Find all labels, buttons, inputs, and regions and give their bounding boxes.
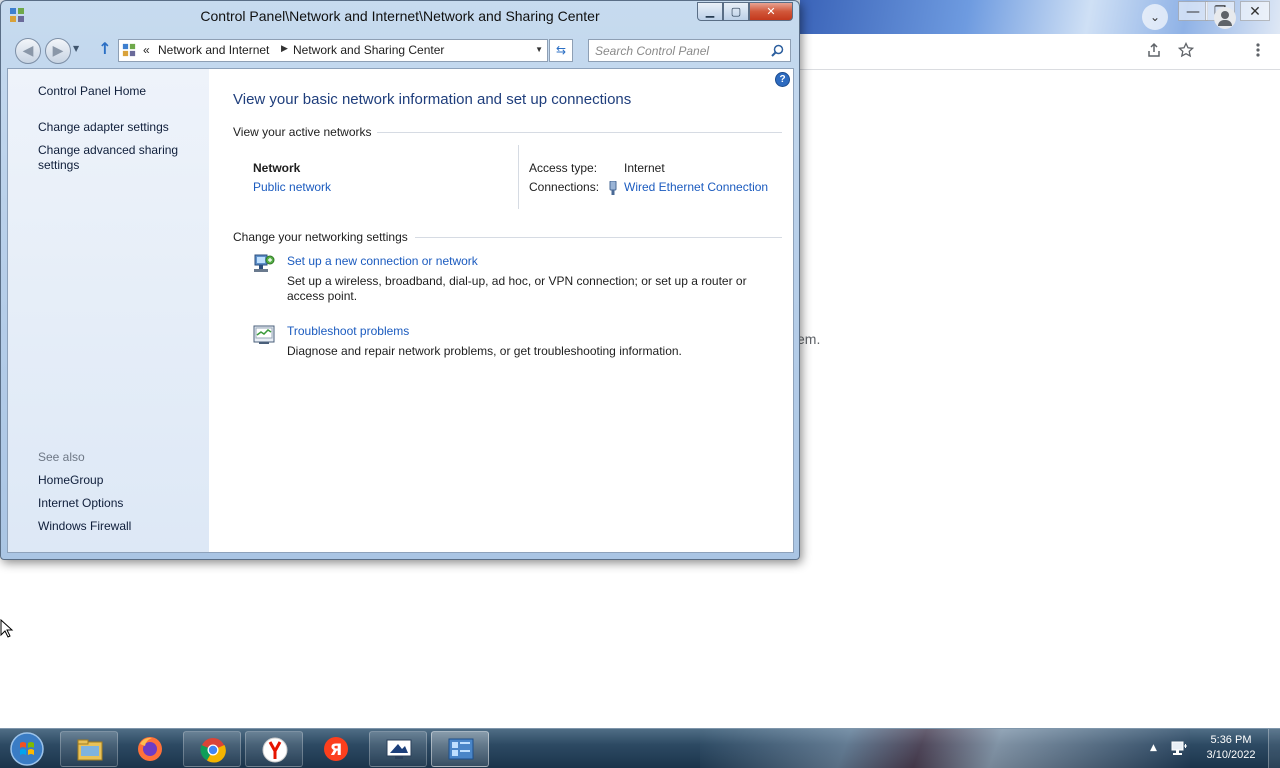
- new-connection-icon: [254, 254, 275, 272]
- taskbar-control-panel[interactable]: [431, 731, 489, 767]
- refresh-icon: ⇆: [555, 43, 567, 57]
- setup-connection-description: Set up a wireless, broadband, dial-up, a…: [287, 274, 747, 303]
- taskbar-wallpaper: [700, 729, 1190, 768]
- window-title: Control Panel\Network and Internet\Netwo…: [200, 8, 600, 24]
- task-pane: Control Panel Home Change adapter settin…: [8, 69, 209, 552]
- breadcrumb-network-and-internet[interactable]: Network and Internet: [158, 43, 269, 57]
- network-name: Network: [253, 161, 301, 175]
- browser-tab-search-button[interactable]: ⌄: [1142, 4, 1168, 30]
- content-area: Control Panel Home Change adapter settin…: [7, 68, 794, 553]
- sidebar-homegroup[interactable]: HomeGroup: [38, 473, 103, 488]
- system-clock[interactable]: 5:36 PM 3/10/2022: [1200, 733, 1262, 763]
- close-button[interactable]: ✕: [749, 2, 793, 21]
- taskbar-chrome[interactable]: [183, 731, 241, 767]
- yandex-icon: Я: [324, 737, 348, 761]
- troubleshoot-problems-description: Diagnose and repair network problems, or…: [287, 344, 682, 358]
- chrome-icon: [200, 738, 226, 763]
- control-panel-icon: [122, 43, 136, 57]
- taskbar-firefox[interactable]: [121, 731, 179, 767]
- yandex-browser-icon: [262, 737, 288, 763]
- up-arrow-icon[interactable]: ↑: [95, 39, 115, 61]
- network-tray-icon[interactable]: [1170, 739, 1188, 757]
- browser-minimize-button[interactable]: —: [1178, 1, 1208, 21]
- browser-menu-icon[interactable]: [1248, 42, 1268, 62]
- recent-pages-dropdown[interactable]: ▼: [73, 44, 79, 53]
- troubleshoot-problems-link[interactable]: Troubleshoot problems: [287, 324, 409, 338]
- search-placeholder: Search Control Panel: [595, 44, 710, 58]
- active-networks-heading: View your active networks: [233, 125, 372, 139]
- browser-page-text: em.: [797, 331, 821, 347]
- change-settings-heading: Change your networking settings: [233, 230, 408, 244]
- main-panel: ? View your basic network information an…: [209, 69, 793, 552]
- breadcrumb-overflow[interactable]: «: [143, 43, 150, 57]
- firefox-icon: [138, 737, 162, 761]
- sidebar-windows-firewall[interactable]: Windows Firewall: [38, 519, 131, 534]
- minimize-button[interactable]: ▁: [697, 2, 723, 21]
- sidebar-change-adapter-settings[interactable]: Change adapter settings: [38, 120, 169, 135]
- navigation-bar: ◀ ▶ ▼ ↑ « Network and Internet ▶ Network…: [1, 34, 799, 66]
- breadcrumb-separator[interactable]: ▶: [281, 43, 288, 54]
- network-type-link[interactable]: Public network: [253, 180, 331, 194]
- wired-ethernet-connection-link[interactable]: Wired Ethernet Connection: [624, 180, 768, 194]
- network-control-panel-icon: [448, 738, 474, 760]
- back-button[interactable]: ◀: [15, 38, 41, 64]
- share-icon[interactable]: [1144, 42, 1164, 62]
- folder-icon: [77, 739, 103, 761]
- address-dropdown-icon[interactable]: ▼: [535, 45, 543, 54]
- sidebar-internet-options[interactable]: Internet Options: [38, 496, 123, 511]
- clock-time: 5:36 PM: [1210, 734, 1252, 746]
- show-hidden-icons-button[interactable]: ▲: [1150, 743, 1157, 753]
- taskbar-remote-desktop[interactable]: [369, 731, 427, 767]
- show-desktop-button[interactable]: [1268, 729, 1280, 768]
- sidebar-control-panel-home[interactable]: Control Panel Home: [38, 84, 146, 99]
- ethernet-connection-icon: [609, 181, 617, 195]
- forward-button[interactable]: ▶: [45, 38, 71, 64]
- page-title: View your basic network information and …: [233, 91, 632, 108]
- section-divider: [377, 132, 782, 133]
- help-icon[interactable]: ?: [775, 72, 790, 87]
- address-bar[interactable]: « Network and Internet ▶ Network and Sha…: [118, 39, 548, 62]
- taskbar-yandex[interactable]: Я: [307, 731, 365, 767]
- control-panel-window: Control Panel\Network and Internet\Netwo…: [0, 0, 800, 560]
- monitor-icon: [386, 739, 412, 759]
- forward-arrow-icon: ▶: [52, 43, 64, 59]
- back-arrow-icon: ◀: [22, 43, 34, 59]
- refresh-button[interactable]: ⇆: [549, 39, 573, 62]
- breadcrumb-network-and-sharing-center[interactable]: Network and Sharing Center: [293, 43, 444, 57]
- profile-avatar-icon[interactable]: [1214, 7, 1236, 29]
- sidebar-change-advanced-sharing-settings[interactable]: Change advanced sharing settings: [38, 143, 188, 173]
- connections-label: Connections:: [529, 180, 600, 194]
- access-type-label: Access type:: [529, 161, 598, 175]
- mouse-cursor-icon: [0, 619, 14, 638]
- clock-date: 3/10/2022: [1206, 749, 1256, 761]
- taskbar-file-explorer[interactable]: [60, 731, 118, 767]
- access-type-value: Internet: [624, 161, 665, 175]
- troubleshoot-icon: [253, 325, 275, 344]
- network-divider: [518, 145, 519, 209]
- maximize-button[interactable]: ▢: [723, 2, 749, 21]
- browser-close-button[interactable]: ✕: [1240, 1, 1270, 21]
- bookmark-star-icon[interactable]: [1176, 41, 1196, 62]
- taskbar-yandex-browser[interactable]: [245, 731, 303, 767]
- svg-text:Я: Я: [330, 740, 342, 759]
- search-input[interactable]: Search Control Panel: [588, 39, 791, 62]
- search-icon[interactable]: [771, 44, 784, 57]
- window-titlebar[interactable]: Control Panel\Network and Internet\Netwo…: [1, 1, 799, 33]
- see-also-heading: See also: [38, 450, 85, 464]
- setup-connection-link[interactable]: Set up a new connection or network: [287, 254, 478, 268]
- section-divider: [415, 237, 782, 238]
- taskbar: Я ▲ 5:36 PM 3/10/2022: [0, 728, 1280, 768]
- start-button[interactable]: [5, 731, 49, 767]
- browser-toolbar: [800, 34, 1280, 70]
